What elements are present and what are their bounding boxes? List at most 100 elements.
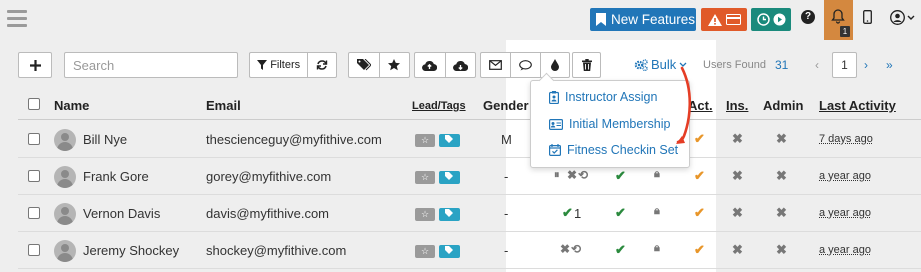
hamburger-menu-icon[interactable]	[7, 10, 27, 28]
mobile-phone-icon[interactable]	[863, 10, 872, 27]
filter-group: Filters	[249, 52, 337, 78]
select-all-checkbox[interactable]	[28, 98, 40, 110]
warning-icon	[707, 13, 722, 26]
column-header-gender[interactable]: Gender	[483, 98, 529, 113]
user-name[interactable]: Vernon Davis	[83, 206, 160, 221]
lock-icon: 🔒︎	[654, 168, 660, 180]
timer-button[interactable]	[751, 8, 791, 31]
page-number-input[interactable]: 1	[832, 52, 857, 78]
undo-icon: ⟲	[578, 168, 589, 182]
new-features-button[interactable]: New Features	[590, 8, 696, 31]
user-gender: -	[504, 206, 509, 221]
favorite-tag-icon[interactable]: ☆	[415, 208, 435, 221]
table-row[interactable]: Vernon Davis davis@myfithive.com ☆ - ✔ 1…	[18, 195, 921, 232]
tags-tag-icon[interactable]	[439, 245, 460, 258]
table-row[interactable]: Frank Gore gorey@myfithive.com ☆ - ⏸ ✖ ⟲…	[18, 158, 921, 195]
user-account-menu[interactable]	[890, 10, 915, 25]
table-row[interactable]: Jeremy Shockey shockey@myfithive.com ☆ -…	[18, 232, 921, 269]
menu-item-fitness-checkin-set[interactable]: Fitness Checkin Set	[549, 143, 678, 157]
user-name[interactable]: Bill Nye	[83, 132, 127, 147]
user-name[interactable]: Jeremy Shockey	[83, 243, 179, 258]
menu-item-label: Instructor Assign	[565, 90, 658, 104]
pause-icon: ⏸	[554, 169, 560, 181]
tags-tag-icon[interactable]	[439, 171, 460, 184]
column-header-email[interactable]: Email	[206, 98, 241, 113]
users-panel: Filters Bu	[18, 40, 921, 272]
tags-button[interactable]	[349, 53, 379, 77]
last-activity: 7 days ago	[819, 133, 873, 145]
instructor-x-icon: ✖	[732, 242, 743, 257]
row-checkbox[interactable]	[28, 207, 40, 219]
bell-icon	[831, 9, 845, 24]
clipboard-user-icon	[549, 90, 559, 104]
column-header-last-activity[interactable]: Last Activity	[819, 98, 896, 113]
user-gender: -	[504, 169, 509, 184]
column-header-lead-tags[interactable]: Lead/Tags	[412, 100, 466, 112]
credit-card-icon	[725, 14, 741, 25]
active-check-icon: ✔	[694, 205, 705, 220]
alerts-button[interactable]	[701, 8, 747, 31]
favorite-tag-icon[interactable]: ☆	[415, 245, 435, 258]
email-button[interactable]	[481, 53, 510, 77]
top-navbar: New Features ? 1	[0, 0, 921, 40]
filter-icon	[257, 60, 268, 70]
checkin-count: 1	[574, 206, 582, 221]
help-icon[interactable]: ?	[801, 10, 815, 24]
last-activity: a year ago	[819, 170, 871, 182]
row-checkbox[interactable]	[28, 244, 40, 256]
cloud-upload-icon	[422, 60, 438, 71]
search-input[interactable]	[65, 53, 249, 77]
checkin-check-icon: ✔	[562, 205, 573, 220]
cloud-download-button[interactable]	[444, 53, 475, 77]
row-checkbox[interactable]	[28, 133, 40, 145]
notification-count-badge: 1	[840, 26, 850, 37]
trash-icon	[581, 59, 592, 71]
notifications-button[interactable]: 1	[824, 0, 853, 40]
cloud-upload-button[interactable]	[415, 53, 445, 77]
message-group	[480, 52, 570, 78]
filters-button[interactable]: Filters	[250, 53, 307, 77]
previous-page-button[interactable]: ‹	[815, 58, 819, 72]
column-header-name[interactable]: Name	[54, 98, 89, 113]
column-header-ins[interactable]: Ins.	[726, 98, 748, 113]
lock-icon: 🔒︎	[654, 242, 660, 254]
x-icon: ✖	[567, 168, 578, 182]
favorite-tag-icon[interactable]: ☆	[415, 134, 435, 147]
menu-item-initial-membership[interactable]: Initial Membership	[549, 117, 670, 131]
add-user-button[interactable]	[18, 52, 52, 78]
last-activity: a year ago	[819, 244, 871, 256]
users-found-label: Users Found	[703, 59, 766, 71]
delete-button[interactable]	[572, 52, 601, 78]
table-row[interactable]: Bill Nye thescienceguy@myfithive.com ☆ M…	[18, 121, 921, 158]
user-name[interactable]: Frank Gore	[83, 169, 149, 184]
sms-button[interactable]	[510, 53, 539, 77]
user-email: gorey@myfithive.com	[206, 169, 332, 184]
column-header-admin[interactable]: Admin	[763, 98, 803, 113]
favorite-tag-icon[interactable]: ☆	[415, 171, 435, 184]
column-header-act[interactable]: Act.	[688, 98, 713, 113]
menu-item-label: Initial Membership	[569, 117, 671, 131]
star-icon	[388, 59, 401, 71]
last-page-button[interactable]: »	[886, 58, 893, 72]
tags-tag-icon[interactable]	[439, 134, 460, 147]
next-page-button[interactable]: ›	[864, 58, 868, 72]
admin-x-icon: ✖	[776, 168, 787, 183]
bulk-actions-button[interactable]: Bulk	[634, 57, 687, 72]
refresh-button[interactable]	[307, 53, 336, 77]
play-circle-icon	[773, 13, 785, 26]
favorite-button[interactable]	[378, 53, 409, 77]
search-bar	[64, 52, 263, 78]
tags-icon	[356, 59, 371, 71]
chevron-down-icon	[679, 62, 687, 67]
x-icon: ✖	[560, 242, 571, 256]
user-circle-icon	[890, 10, 905, 25]
admin-x-icon: ✖	[776, 205, 787, 220]
filters-label: Filters	[270, 59, 301, 71]
menu-item-instructor-assign[interactable]: Instructor Assign	[549, 90, 657, 104]
cogs-icon	[634, 58, 648, 71]
water-drop-icon	[550, 59, 559, 71]
bulk-actions-menu: Instructor Assign Initial Membership Fit…	[530, 80, 690, 168]
active-check-icon: ✔	[694, 131, 705, 146]
tags-tag-icon[interactable]	[439, 208, 460, 221]
row-checkbox[interactable]	[28, 170, 40, 182]
